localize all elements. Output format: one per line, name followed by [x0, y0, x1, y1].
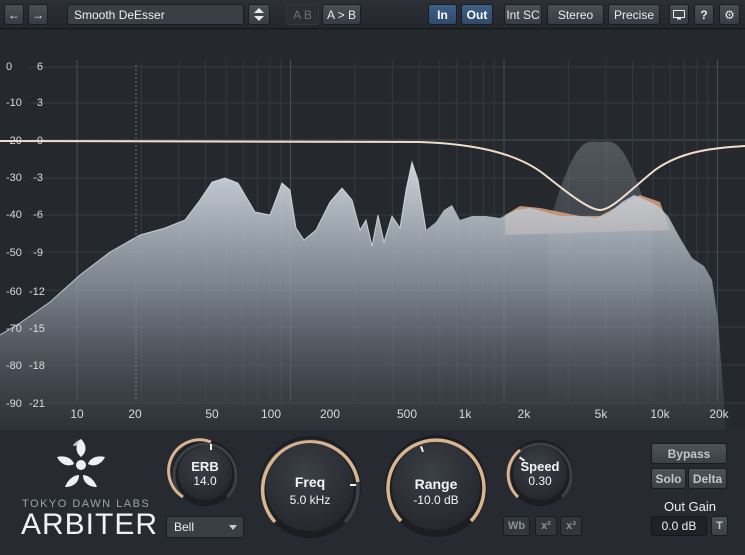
scale-right-label: 3 [36, 97, 43, 109]
t-button[interactable]: T [711, 516, 728, 536]
wb-button[interactable]: Wb [503, 516, 530, 536]
toolbar: ← → Smooth DeEsser A B A > B In Out Int … [0, 0, 745, 29]
scale-left-label: -30 [6, 172, 22, 184]
preset-selector[interactable]: Smooth DeEsser [67, 4, 244, 25]
int-sc-button[interactable]: Int SC [504, 4, 542, 25]
scale-right-label: 6 [36, 61, 43, 73]
chevron-down-icon [229, 525, 237, 530]
scale-right-label: 0 [36, 135, 43, 147]
freq-axis-label: 50 [205, 407, 219, 421]
speed-value: 0.30 [528, 474, 552, 488]
precise-button[interactable]: Precise [608, 4, 660, 25]
scale-right-label: -6 [33, 209, 43, 221]
range-value: -10.0 dB [413, 493, 459, 507]
spectrum-display[interactable] [0, 30, 745, 430]
freq-axis-label: 20k [709, 407, 729, 421]
scale-right-label: -9 [33, 247, 43, 259]
knobs-layer [167, 435, 573, 538]
scale-left-label: -90 [6, 398, 22, 410]
scale-left-label: 0 [6, 61, 13, 73]
filter-shape-value: Bell [174, 520, 195, 534]
freq-value: 5.0 kHz [289, 493, 331, 507]
filter-shape-select[interactable]: Bell [166, 516, 244, 538]
freq-axis-label: 1k [458, 407, 472, 421]
chevron-down-icon[interactable] [254, 16, 264, 21]
scale-left-label: -10 [6, 97, 22, 109]
stereo-button[interactable]: Stereo [547, 4, 604, 25]
freq-axis-label: 2k [517, 407, 531, 421]
freq-axis-label: 20 [128, 407, 142, 421]
range-label: Range [414, 476, 458, 492]
monitor-icon[interactable] [669, 4, 689, 25]
scale-left-label: -60 [6, 286, 22, 298]
freq-label: Freq [294, 474, 326, 490]
out-gain-field[interactable]: 0.0 dB [651, 516, 707, 536]
out-button[interactable]: Out [461, 4, 493, 25]
freq-axis-label: 10 [70, 407, 84, 421]
scale-left-label: -40 [6, 209, 22, 221]
scale-left-label: -50 [6, 247, 22, 259]
scale-left-label: -80 [6, 360, 22, 372]
scale-left-label: -70 [6, 323, 22, 335]
freq-axis-label: 200 [319, 407, 341, 421]
freq-axis-label: 100 [260, 407, 282, 421]
freq-axis-label: 10k [650, 407, 670, 421]
out-gain-label: Out Gain [663, 499, 717, 514]
bypass-button[interactable]: Bypass [651, 443, 727, 464]
gear-icon[interactable]: ⚙ [719, 4, 740, 25]
speed-label: Speed [520, 459, 560, 474]
scale-right-label: -15 [29, 323, 45, 335]
x3-button[interactable]: x³ [560, 516, 582, 536]
erb-label: ERB [191, 459, 219, 474]
ab-toggle[interactable]: A B [286, 4, 319, 25]
scale-left-label: -20 [6, 135, 22, 147]
x2-button[interactable]: x² [535, 516, 557, 536]
spectrum-analyzer[interactable]: 0 6 -10 3 -20 0 -30 -3 -40 -6 -50 -9 -60 -12 -70 -15 -80… [0, 30, 745, 430]
chevron-up-icon[interactable] [254, 8, 264, 13]
in-button[interactable]: In [428, 4, 457, 25]
solo-button[interactable]: Solo [651, 468, 686, 489]
a-to-b-button[interactable]: A > B [322, 4, 361, 25]
delta-button[interactable]: Delta [688, 468, 727, 489]
preset-stepper[interactable] [248, 4, 270, 25]
scale-right-label: -12 [29, 286, 45, 298]
scale-right-label: -21 [29, 398, 45, 410]
scale-right-label: -3 [33, 172, 43, 184]
freq-axis-label: 5k [594, 407, 608, 421]
erb-value: 14.0 [193, 474, 217, 488]
freq-axis-label: 500 [396, 407, 418, 421]
help-button[interactable]: ? [694, 4, 714, 25]
arrow-left-icon[interactable]: ← [4, 4, 24, 25]
arrow-right-icon[interactable]: → [28, 4, 48, 25]
scale-right-label: -18 [29, 360, 45, 372]
